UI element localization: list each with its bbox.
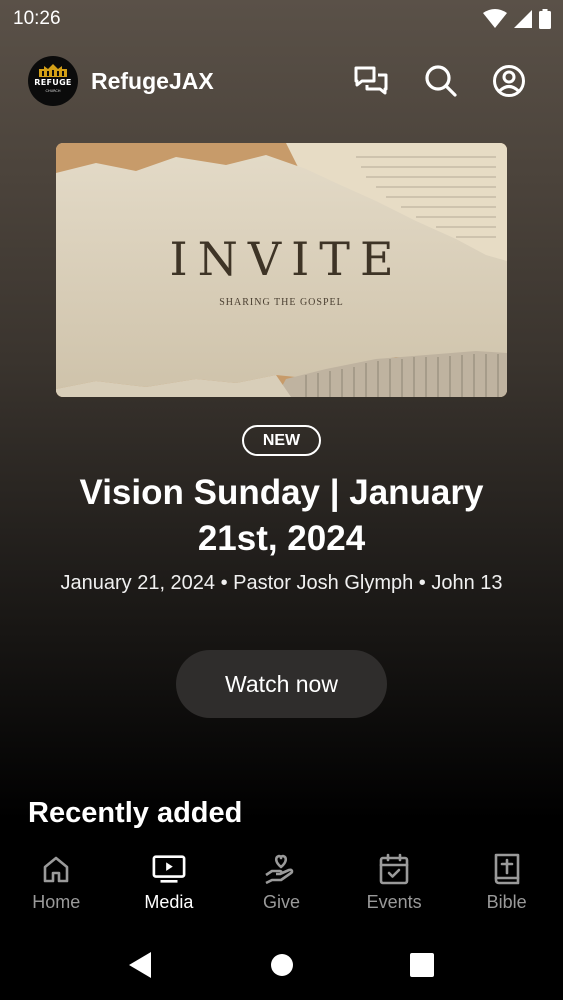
back-icon[interactable]: [126, 950, 156, 980]
recently-added-heading: Recently added: [28, 797, 243, 829]
nav-item-home[interactable]: Home: [0, 840, 113, 928]
nav-item-events[interactable]: Events: [338, 840, 451, 928]
wifi-icon: [483, 9, 507, 28]
new-badge: NEW: [242, 425, 321, 456]
logo-subtext: CHURCH: [45, 89, 61, 93]
search-icon: [425, 65, 457, 97]
system-navigation-bar: [0, 928, 563, 1000]
home-icon: [43, 856, 69, 883]
media-icon: [152, 855, 186, 883]
nav-label-give: Give: [262, 892, 300, 912]
artwork-title: INVITE: [169, 232, 404, 286]
chat-icon: [354, 66, 388, 95]
account-icon: [493, 65, 525, 97]
status-time: 10:26: [13, 8, 61, 29]
nav-label-bible: Bible: [486, 892, 527, 912]
bottom-navigation: Home Media Give Events Bible: [0, 840, 563, 928]
nav-label-events: Events: [366, 892, 422, 912]
account-button[interactable]: [492, 64, 526, 98]
nav-item-media[interactable]: Media: [113, 840, 226, 928]
nav-item-bible[interactable]: Bible: [450, 840, 563, 928]
calendar-icon: [379, 853, 409, 885]
watch-now-button[interactable]: Watch now: [176, 650, 387, 718]
search-button[interactable]: [424, 64, 458, 98]
sermon-meta: January 21, 2024 • Pastor Josh Glymph • …: [60, 572, 503, 594]
status-bar: 10:26: [0, 0, 563, 38]
app-screen: 10:26 REFUGE CHURCH RefugeJAX INVITE SHA…: [0, 0, 563, 1000]
app-name: RefugeJAX: [91, 68, 214, 94]
sermon-title[interactable]: Vision Sunday | January 21st, 2024: [40, 470, 523, 562]
bible-icon: [494, 853, 519, 885]
app-header: REFUGE CHURCH RefugeJAX: [28, 56, 527, 106]
recents-icon[interactable]: [407, 950, 437, 980]
church-logo[interactable]: REFUGE CHURCH: [28, 56, 78, 106]
status-icons: [483, 9, 551, 29]
nav-label-media: Media: [144, 892, 194, 912]
give-icon: [265, 854, 294, 885]
nav-label-home: Home: [32, 892, 81, 912]
artwork-subtitle: SHARING THE GOSPEL: [219, 297, 344, 308]
home-circle-icon[interactable]: [267, 950, 297, 980]
cellular-signal-icon: [514, 10, 532, 28]
nav-item-give[interactable]: Give: [225, 840, 338, 928]
logo-text: REFUGE: [34, 78, 72, 87]
battery-icon: [539, 9, 551, 29]
chat-button[interactable]: [354, 64, 388, 98]
